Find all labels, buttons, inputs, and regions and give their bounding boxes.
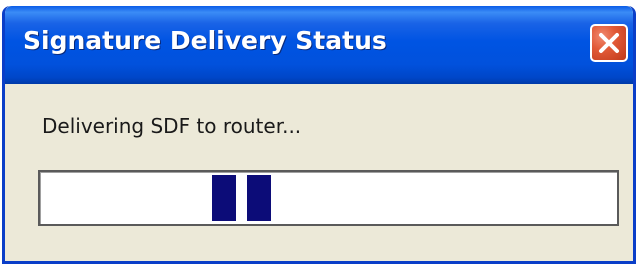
title-bar[interactable]: Signature Delivery Status [5,6,633,84]
close-button[interactable] [590,24,628,62]
status-message: Delivering SDF to router... [42,114,302,138]
close-icon [599,33,619,53]
progress-chunk [247,175,271,221]
window-title: Signature Delivery Status [23,26,387,55]
progress-bar [38,170,619,226]
dialog-body: Delivering SDF to router... [5,84,633,261]
progress-chunk [212,175,236,221]
status-dialog: Signature Delivery Status Delivering SDF… [2,6,636,264]
